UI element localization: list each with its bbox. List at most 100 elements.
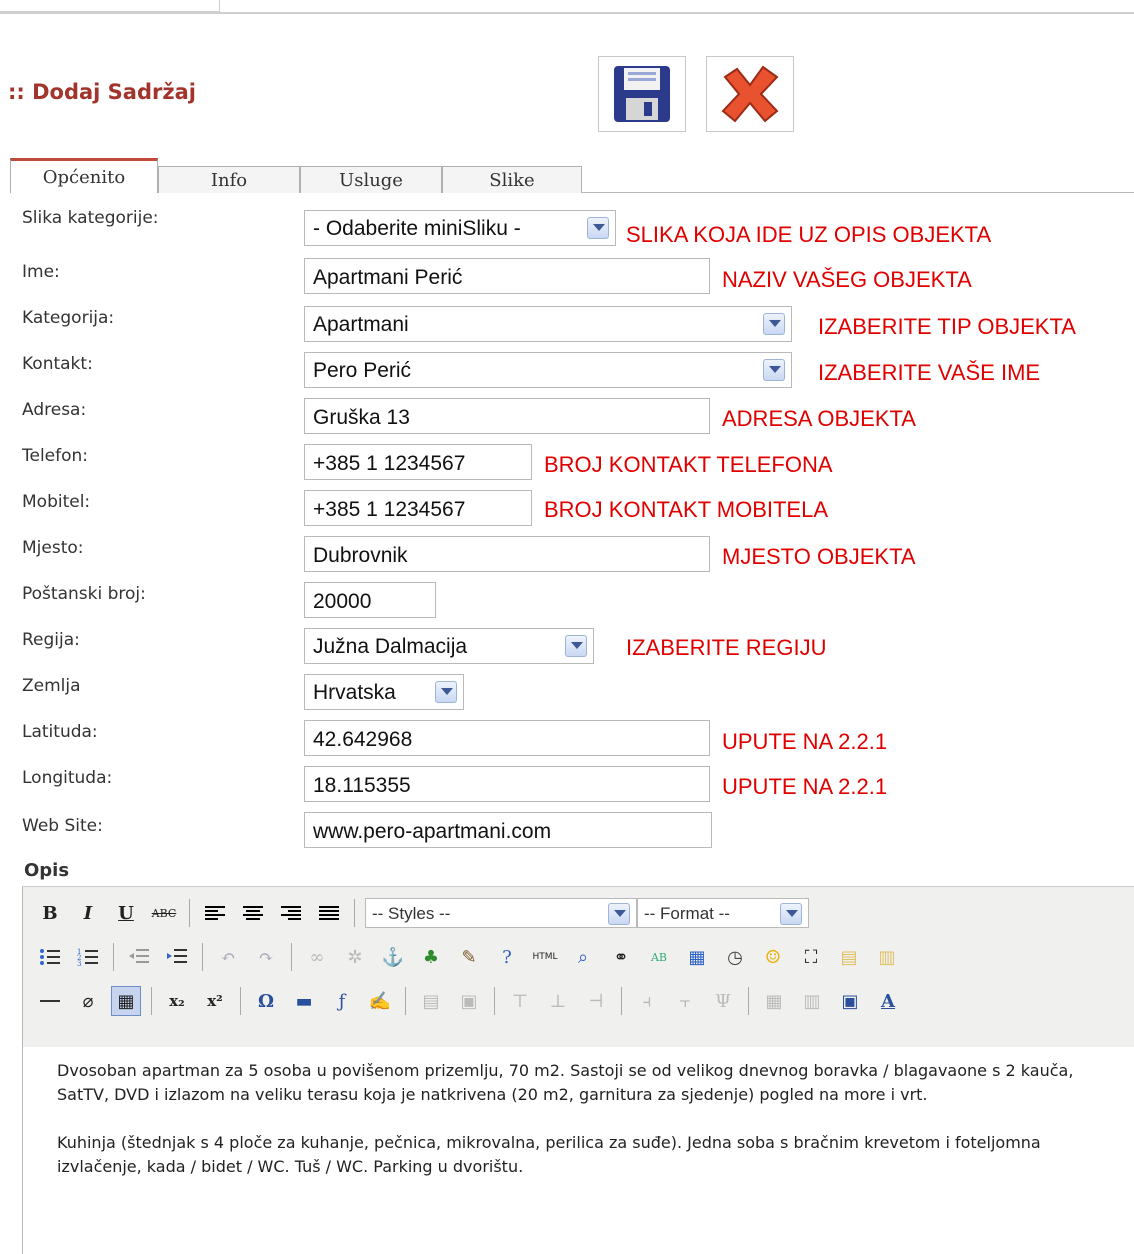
italic-button[interactable]: I [73, 898, 103, 928]
bullet-list-button[interactable] [35, 942, 65, 972]
justify-icon [319, 906, 339, 920]
mobitel-input[interactable]: +385 1 1234567 [304, 490, 532, 526]
subscript-icon: x₂ [169, 992, 185, 1010]
image-button[interactable]: ♣ [416, 942, 446, 972]
replace-button[interactable]: AB [644, 942, 674, 972]
svg-text:3: 3 [77, 960, 81, 967]
kontakt-note: IZABERITE VAŠE IME [818, 360, 1041, 385]
strikethrough-button[interactable]: ABC [149, 898, 179, 928]
postanski-broj-input[interactable]: 20000 [304, 582, 436, 618]
cancel-button[interactable] [706, 56, 794, 132]
special-char-button[interactable]: Ω [251, 986, 281, 1016]
row-after-button[interactable]: ⊥ [543, 986, 573, 1016]
table-grid-icon: ▦ [117, 990, 135, 1012]
cleanup-button[interactable]: ✎ [454, 942, 484, 972]
description-paragraph: Dvosoban apartman za 5 osoba u povišenom… [57, 1061, 1074, 1104]
indent-button[interactable] [162, 942, 192, 972]
mobitel-label: Mobitel: [22, 492, 91, 512]
media-button[interactable]: ▬ [289, 986, 319, 1016]
tab-opcenito[interactable]: Općenito [10, 158, 158, 193]
insert-time-button[interactable]: ◷ [720, 942, 750, 972]
col-after-button[interactable]: ⫟ [670, 986, 700, 1016]
zemlja-select[interactable]: Hrvatska [304, 674, 464, 710]
superscript-icon: x² [207, 992, 223, 1010]
mjesto-input[interactable]: Dubrovnik [304, 536, 710, 572]
table-props-button[interactable]: ▣ [454, 986, 484, 1016]
anchor-icon: ⚓ [381, 946, 405, 968]
tab-slike[interactable]: Slike [442, 166, 582, 193]
adresa-input[interactable]: Gruška 13 [304, 398, 710, 434]
ime-note: NAZIV VAŠEG OBJEKTA [722, 267, 972, 292]
link-button[interactable]: ∞ [302, 942, 332, 972]
underline-button[interactable]: U [111, 898, 141, 928]
floppy-disk-icon [614, 66, 670, 122]
delete-row-button[interactable]: ⊣ [581, 986, 611, 1016]
col-before-button[interactable]: ⫞ [632, 986, 662, 1016]
subscript-button[interactable]: x₂ [162, 986, 192, 1016]
horizontal-rule-icon [40, 1000, 60, 1002]
page-title: :: Dodaj Sadržaj [8, 80, 196, 104]
table-icon: ▤ [422, 990, 440, 1012]
telefon-input[interactable]: +385 1 1234567 [304, 444, 532, 480]
help-button[interactable]: ? [492, 942, 522, 972]
bold-button[interactable]: B [35, 898, 65, 928]
kategorija-select[interactable]: Apartmani [304, 306, 792, 342]
emoticon-button[interactable]: ☺ [758, 942, 788, 972]
horizontal-rule-button[interactable] [35, 986, 65, 1016]
insert-date-button[interactable]: ▦ [682, 942, 712, 972]
undo-button[interactable]: ↶ [213, 942, 243, 972]
search-button[interactable]: ⚭ [606, 942, 636, 972]
split-cells-button[interactable]: ▦ [759, 986, 789, 1016]
tab-usluge[interactable]: Usluge [300, 166, 442, 193]
telefon-label: Telefon: [22, 446, 89, 466]
regija-label: Regija: [22, 630, 80, 650]
flash-button[interactable]: ƒ [327, 986, 357, 1016]
web-site-input[interactable]: www.pero-apartmani.com [304, 812, 712, 848]
align-left-button[interactable] [200, 898, 230, 928]
row-before-button[interactable]: ⊤ [505, 986, 535, 1016]
redo-button[interactable]: ↷ [251, 942, 281, 972]
delete-col-button[interactable]: Ψ [708, 986, 738, 1016]
outdent-icon [129, 949, 149, 963]
kategorija-note: IZABERITE TIP OBJEKTA [818, 314, 1076, 339]
align-right-icon [281, 906, 301, 920]
ime-input[interactable]: Apartmani Perić [304, 258, 710, 294]
superscript-button[interactable]: x² [200, 986, 230, 1016]
numbered-list-icon: 123 [77, 948, 98, 967]
outdent-button[interactable] [124, 942, 154, 972]
layer-forward-icon: ▥ [878, 946, 896, 968]
flash-icon: ƒ [338, 990, 346, 1012]
top-divider [0, 0, 1134, 14]
tab-info[interactable]: Info [158, 166, 300, 193]
regija-select[interactable]: Južna Dalmacija [304, 628, 594, 664]
mjesto-note: MJESTO OBJEKTA [722, 544, 916, 569]
numbered-list-button[interactable]: 123 [73, 942, 103, 972]
image-icon: ♣ [422, 946, 440, 968]
remove-format-button[interactable]: ⌀ [73, 986, 103, 1016]
kontakt-select[interactable]: Pero Perić [304, 352, 792, 388]
slika-kategorije-select[interactable]: - Odaberite miniSliku - [304, 210, 616, 246]
latituda-input[interactable]: 42.642968 [304, 720, 710, 756]
longituda-input[interactable]: 18.115355 [304, 766, 710, 802]
anchor-button[interactable]: ⚓ [378, 942, 408, 972]
styles-select[interactable]: -- Styles -- [365, 898, 637, 928]
edit-button[interactable]: ✍ [365, 986, 395, 1016]
unlink-button[interactable]: ✲ [340, 942, 370, 972]
visual-aid-button[interactable]: ▦ [111, 986, 141, 1016]
save-button[interactable] [598, 56, 686, 132]
layer-forward-button[interactable]: ▥ [872, 942, 902, 972]
preview-button[interactable]: ⌕ [568, 942, 598, 972]
editor-content[interactable]: Dvosoban apartman za 5 osoba u povišenom… [57, 1059, 1117, 1203]
fullscreen-button[interactable]: ⛶ [796, 942, 826, 972]
table-button[interactable]: ▤ [416, 986, 446, 1016]
delete-col-icon: Ψ [715, 990, 731, 1012]
justify-button[interactable] [314, 898, 344, 928]
align-center-button[interactable] [238, 898, 268, 928]
format-select[interactable]: -- Format -- [637, 898, 809, 928]
window-button[interactable]: ▣ [835, 986, 865, 1016]
align-right-button[interactable] [276, 898, 306, 928]
styleprops-button[interactable]: A [873, 986, 903, 1016]
merge-cells-button[interactable]: ▥ [797, 986, 827, 1016]
layer-button[interactable]: ▤ [834, 942, 864, 972]
html-button[interactable]: HTML [530, 942, 560, 972]
